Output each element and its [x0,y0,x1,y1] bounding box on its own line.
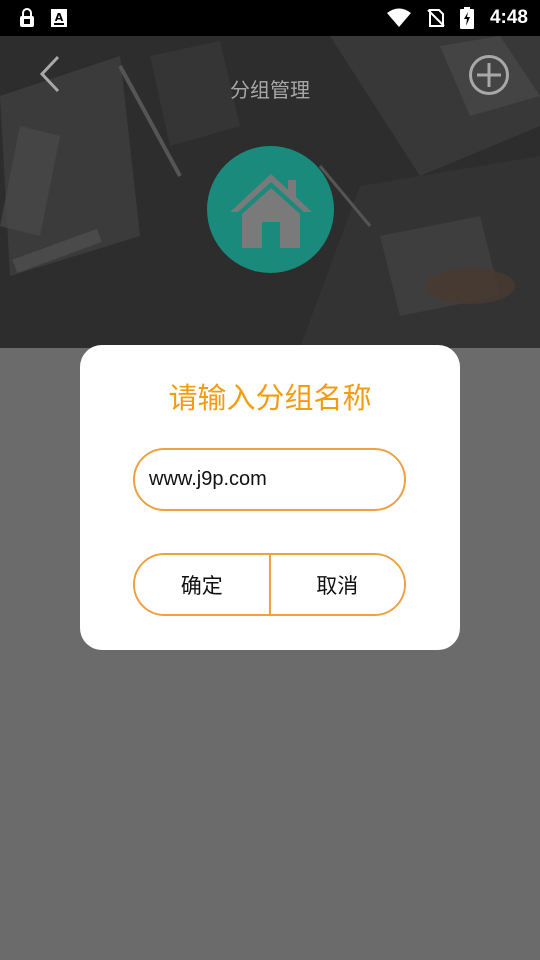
font-a-icon: A [50,8,68,28]
dialog-button-group: 确定 取消 [133,553,406,616]
wifi-icon [386,8,412,28]
group-name-dialog: 请输入分组名称 确定 取消 [80,345,460,650]
header-banner: 分组管理 [0,36,540,348]
group-avatar [207,146,334,273]
home-icon [229,173,312,248]
dialog-title: 请输入分组名称 [168,381,372,415]
cancel-button[interactable]: 取消 [270,555,404,614]
clock-time: 4:48 [489,7,528,28]
add-group-button[interactable] [468,54,510,96]
svg-text:A: A [55,11,64,24]
confirm-button[interactable]: 确定 [135,555,269,614]
battery-charging-icon [459,7,474,29]
lock-icon [18,8,36,28]
no-sim-icon [426,8,446,28]
page-title: 分组管理 [230,78,310,102]
plus-circle-icon [469,55,509,95]
group-name-input[interactable] [133,448,406,511]
status-bar: A 4:48 [0,0,540,36]
